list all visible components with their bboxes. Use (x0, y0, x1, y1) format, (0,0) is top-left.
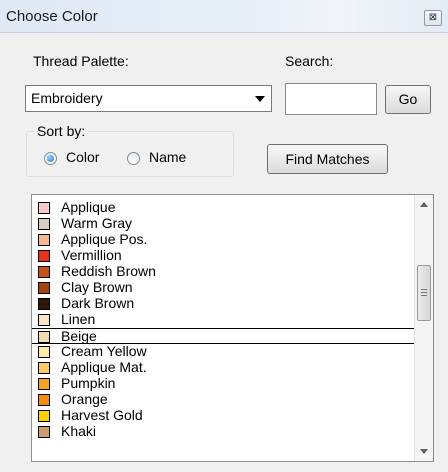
sort-color-label[interactable]: Color (66, 149, 99, 165)
scroll-down-button[interactable] (415, 442, 433, 461)
color-list-item[interactable]: Khaki (32, 423, 414, 440)
color-swatch (38, 426, 50, 438)
color-swatch (38, 266, 50, 278)
thread-palette-label: Thread Palette: (33, 53, 129, 69)
dropdown-arrow-icon (255, 96, 265, 102)
color-name: Applique Mat. (61, 359, 147, 375)
color-list-item[interactable]: Orange (32, 391, 414, 408)
color-list-item[interactable]: Dark Brown (32, 295, 414, 312)
color-swatch (38, 250, 50, 262)
color-swatch (38, 346, 50, 358)
color-name: Linen (61, 311, 96, 327)
color-list-item[interactable]: Beige (32, 328, 414, 344)
color-list-item[interactable]: Vermillion (32, 247, 414, 264)
grip-line (421, 295, 427, 296)
color-name: Reddish Brown (61, 263, 156, 279)
go-button[interactable]: Go (385, 85, 431, 114)
color-list-item[interactable]: Applique Mat. (32, 359, 414, 376)
color-swatch (38, 314, 50, 326)
color-name: Khaki (61, 423, 97, 439)
sort-by-label: Sort by: (34, 123, 89, 139)
search-input[interactable] (285, 83, 377, 115)
color-list-item[interactable]: Linen (32, 311, 414, 328)
color-name: Cream Yellow (61, 343, 147, 359)
color-swatch (38, 378, 50, 390)
color-name: Applique Pos. (61, 231, 148, 247)
color-swatch (38, 298, 50, 310)
color-name: Warm Gray (61, 215, 133, 231)
window-title: Choose Color (6, 8, 98, 25)
thread-palette-value: Embroidery (31, 90, 103, 106)
color-list-item[interactable]: Reddish Brown (32, 263, 414, 280)
arrow-up-icon (420, 202, 428, 207)
sort-name-radio[interactable] (127, 152, 140, 165)
scroll-up-button[interactable] (415, 195, 433, 214)
color-list-item[interactable]: Clay Brown (32, 279, 414, 296)
thread-palette-dropdown[interactable]: Embroidery (25, 85, 272, 112)
sort-name-label[interactable]: Name (149, 149, 186, 165)
color-swatch (38, 394, 50, 406)
color-swatch (38, 218, 50, 230)
color-name: Pumpkin (61, 375, 116, 391)
sort-color-radio[interactable] (44, 152, 57, 165)
color-name: Harvest Gold (61, 407, 143, 423)
grip-line (421, 292, 427, 293)
color-swatch (38, 282, 50, 294)
find-matches-button[interactable]: Find Matches (267, 144, 388, 174)
vertical-scrollbar[interactable] (414, 195, 433, 461)
color-swatch (38, 202, 50, 214)
color-name: Dark Brown (61, 295, 135, 311)
color-list-item[interactable]: Harvest Gold (32, 407, 414, 424)
color-swatch (38, 234, 50, 246)
color-name: Orange (61, 391, 108, 407)
close-icon: ⊠ (428, 12, 438, 23)
color-list-item[interactable]: Applique (32, 199, 414, 216)
color-list-item[interactable]: Cream Yellow (32, 343, 414, 360)
color-swatch (38, 362, 50, 374)
search-label: Search: (285, 53, 334, 69)
scroll-thumb[interactable] (417, 265, 431, 321)
color-list[interactable]: Applique Warm Gray Applique Pos. Vermillion… (31, 194, 434, 462)
color-list-item[interactable]: Pumpkin (32, 375, 414, 392)
title-bar: Choose Color ⊠ (0, 0, 448, 33)
color-name: Clay Brown (61, 279, 133, 295)
close-button[interactable]: ⊠ (424, 10, 442, 26)
color-list-item[interactable]: Applique Pos. (32, 231, 414, 248)
color-swatch (38, 331, 50, 343)
color-name: Applique (61, 199, 116, 215)
color-list-item[interactable]: Warm Gray (32, 215, 414, 232)
grip-line (421, 289, 427, 290)
arrow-down-icon (420, 449, 428, 454)
color-name: Vermillion (61, 247, 122, 263)
color-swatch (38, 410, 50, 422)
